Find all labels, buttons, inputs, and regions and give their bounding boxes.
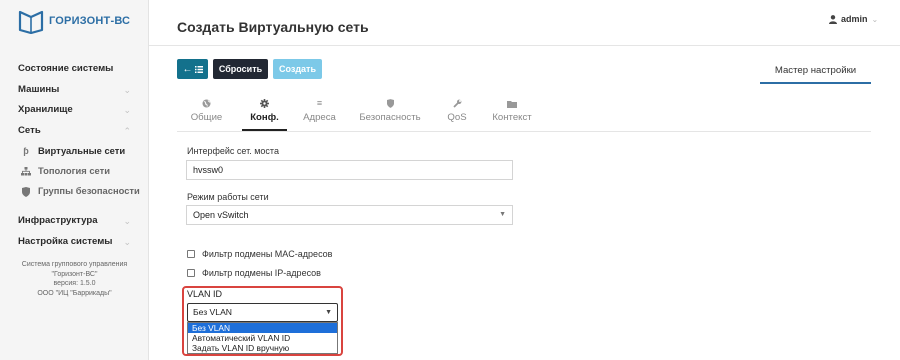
vlan-option-auto[interactable]: Автоматический VLAN ID (188, 333, 337, 343)
mac-filter-label: Фильтр подмены MAC-адресов (202, 249, 333, 259)
caret-down-icon: ▼ (499, 211, 506, 218)
gear-icon (242, 98, 287, 109)
create-button[interactable]: Создать (273, 59, 322, 79)
header-divider (149, 45, 900, 46)
globe-icon (184, 98, 229, 109)
wrench-icon (442, 98, 472, 109)
sidebar-item-system-status[interactable]: Состояние системы (0, 59, 149, 80)
wizard-tab[interactable]: Мастер настройки (760, 60, 871, 84)
network-mode-label: Режим работы сети (187, 192, 269, 202)
list-icon (194, 65, 203, 73)
sidebar-item-network[interactable]: Сеть ⌃ (0, 121, 149, 142)
sidebar-item-label: Инфраструктура (18, 215, 98, 226)
vlan-id-dropdown: Без VLAN Автоматический VLAN ID Задать V… (187, 322, 338, 354)
logo-text: ГОРИЗОНТ-ВС (49, 15, 131, 27)
tab-label: Безопасность (359, 112, 421, 123)
sidebar-item-label: Группы безопасности (38, 185, 140, 196)
chevron-down-icon: ⌄ (123, 236, 131, 247)
tab-label: Общие (190, 112, 223, 123)
user-icon (829, 14, 837, 24)
system-version: версия: 1.5.0 (53, 280, 96, 288)
system-info: Система группового управления "Горизонт-… (0, 260, 149, 298)
checkbox-box[interactable] (187, 269, 195, 277)
route-icon: ƥ (23, 146, 29, 156)
tab-addresses[interactable]: ≡ Адреса (297, 98, 342, 131)
user-name: admin (841, 14, 868, 24)
shield-icon (20, 181, 32, 201)
sidebar: ГОРИЗОНТ-ВС Состояние системы Машины ⌄ Хр… (0, 0, 149, 360)
sidebar-item-label: Сеть (18, 124, 41, 136)
sidebar-item-label: Хранилище (18, 104, 73, 115)
chevron-down-icon: ⌄ (123, 105, 131, 115)
vlan-option-manual[interactable]: Задать VLAN ID вручную (188, 343, 337, 353)
arrow-left-icon: ← (182, 63, 193, 75)
sidebar-item-infrastructure[interactable]: Инфраструктура ⌄ (0, 211, 149, 232)
chevron-down-icon: ⌄ (123, 84, 131, 95)
tab-general[interactable]: Общие (184, 98, 229, 131)
network-mode-value: Open vSwitch (193, 210, 249, 220)
chevron-down-icon: ⌄ (871, 14, 879, 24)
sidebar-item-storage[interactable]: Хранилище ⌄ (0, 100, 149, 121)
caret-down-icon: ▼ (325, 309, 332, 316)
chevron-up-icon: ⌃ (123, 125, 131, 136)
sidebar-item-network-topology[interactable]: Топология сети (0, 161, 149, 181)
checkbox-box[interactable] (187, 250, 195, 258)
logo[interactable]: ГОРИЗОНТ-ВС (18, 8, 130, 34)
sidebar-item-label: Топология сети (38, 165, 110, 176)
logo-book-icon (18, 10, 44, 34)
bridge-interface-label: Интерфейс сет. моста (187, 146, 279, 156)
tab-qos[interactable]: QoS (442, 98, 472, 131)
sitemap-icon (20, 161, 32, 181)
user-menu[interactable]: admin ⌄ (829, 14, 878, 24)
network-mode-select[interactable]: Open vSwitch ▼ (186, 205, 513, 225)
ip-filter-label: Фильтр подмены IP-адресов (202, 268, 321, 278)
reset-button[interactable]: Сбросить (213, 59, 268, 79)
sidebar-item-label: Настройка системы (18, 235, 113, 247)
vlan-id-value: Без VLAN (193, 307, 233, 317)
vlan-id-select[interactable]: Без VLAN ▼ (187, 303, 338, 322)
system-info-line: ООО "ИЦ "Баррикады" (37, 289, 112, 297)
list-icon: ≡ (316, 98, 323, 108)
sidebar-item-label: Виртуальные сети (38, 145, 126, 156)
tab-label: Адреса (303, 112, 336, 123)
tab-label: QoS (447, 112, 467, 123)
bridge-interface-input[interactable]: hvssw0 (186, 160, 513, 180)
shield-icon (355, 98, 425, 109)
vlan-option-none[interactable]: Без VLAN (188, 323, 337, 333)
tab-config[interactable]: Конф. (242, 98, 287, 131)
folder-icon (488, 98, 536, 109)
ip-filter-checkbox[interactable]: Фильтр подмены IP-адресов (187, 268, 321, 278)
sidebar-item-label: Состояние системы (18, 63, 114, 74)
sidebar-nav: Состояние системы Машины ⌄ Хранилище ⌄ Сет… (0, 59, 149, 252)
page-title: Создать Виртуальную сеть (177, 19, 369, 35)
tab-label: Контекст (492, 112, 532, 123)
sidebar-item-machines[interactable]: Машины ⌄ (0, 80, 149, 101)
sidebar-item-virtual-networks[interactable]: ƥ Виртуальные сети (0, 141, 149, 161)
sidebar-item-security-groups[interactable]: Группы безопасности (0, 181, 149, 201)
back-button[interactable]: ← (177, 59, 208, 79)
tab-label: Конф. (250, 112, 279, 123)
system-info-line: "Горизонт-ВС" (51, 270, 98, 278)
vlan-id-label: VLAN ID (187, 289, 223, 299)
tab-context[interactable]: Контекст (488, 98, 536, 131)
mac-filter-checkbox[interactable]: Фильтр подмены MAC-адресов (187, 249, 332, 259)
tab-security[interactable]: Безопасность (355, 98, 425, 131)
chevron-down-icon: ⌄ (123, 216, 131, 226)
sidebar-item-system-settings[interactable]: Настройка системы ⌄ (0, 232, 149, 253)
sidebar-item-label: Машины (18, 83, 60, 95)
system-info-line: Система группового управления (21, 261, 128, 268)
tabs-divider (177, 131, 871, 132)
